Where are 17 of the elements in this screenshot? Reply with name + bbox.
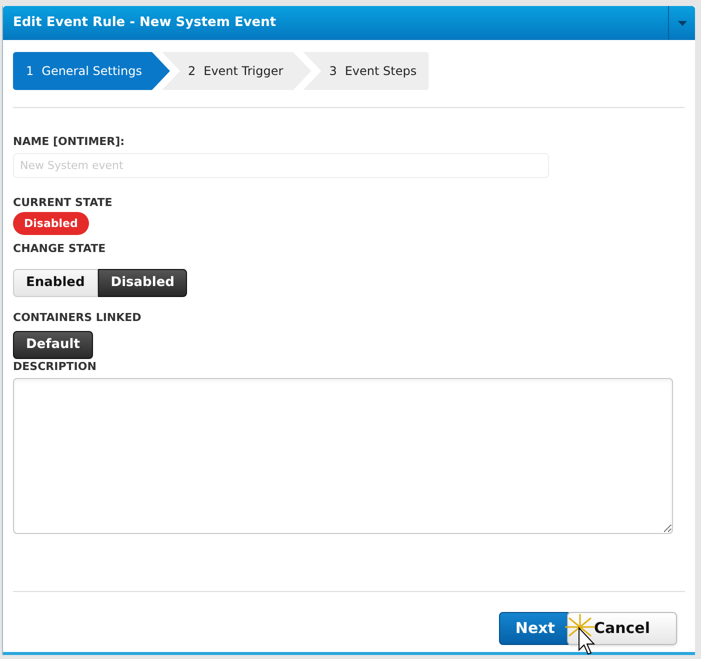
window-title: Edit Event Rule - New System Event	[12, 14, 278, 32]
field-label: CONTAINERS LINKED	[13, 310, 142, 326]
field-label: CHANGE STATE	[13, 241, 106, 257]
field-label: DESCRIPTION	[13, 359, 96, 375]
state-badge: Disabled	[13, 212, 89, 235]
step-tab[interactable]: 2 Event Trigger	[162, 52, 312, 90]
description-input[interactable]	[13, 378, 673, 534]
container-toggle[interactable]: Default	[13, 331, 93, 359]
field-label: CURRENT STATE	[13, 194, 112, 210]
state-toggle[interactable]: Enabled	[13, 268, 98, 296]
next-button[interactable]: Next	[499, 612, 571, 645]
state-toggle[interactable]: Disabled	[98, 268, 188, 296]
step-tab[interactable]: 1 General Settings	[13, 52, 170, 90]
field-label: NAME [ONTIMER]:	[13, 134, 125, 150]
step-tab[interactable]: 3 Event Steps	[303, 52, 429, 90]
cancel-button[interactable]: Cancel	[566, 612, 677, 645]
caret-icon	[678, 20, 686, 26]
